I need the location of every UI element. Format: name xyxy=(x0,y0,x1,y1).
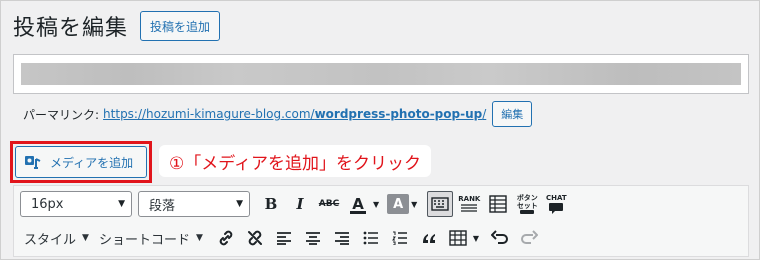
page-header: 投稿を編集 投稿を追加 xyxy=(13,9,221,43)
toolbar-row-2: スタイル ▼ ショートコード ▼ ▼ xyxy=(14,223,542,253)
undo-icon[interactable] xyxy=(487,225,513,251)
chat-icon[interactable]: CHAT xyxy=(543,191,569,217)
background-color-button[interactable]: A xyxy=(387,194,410,214)
permalink-label: パーマリンク: xyxy=(23,107,100,122)
shortcode-menu[interactable]: ショートコード ▼ xyxy=(99,229,203,248)
chevron-down-icon[interactable]: ▼ xyxy=(373,200,379,209)
align-left-icon[interactable] xyxy=(271,225,297,251)
add-media-label: メディアを追加 xyxy=(50,155,134,170)
media-icon xyxy=(25,156,41,169)
keyboard-icon[interactable] xyxy=(427,191,454,217)
text-color-button[interactable]: A xyxy=(345,191,371,217)
button-set-icon[interactable]: ボタン セット xyxy=(514,191,540,217)
redo-icon[interactable] xyxy=(516,225,542,251)
instruction-callout: ①「メディアを追加」をクリック xyxy=(159,145,432,177)
block-format-select[interactable]: 段落 ▼ xyxy=(138,191,250,217)
unlink-icon[interactable] xyxy=(242,225,268,251)
post-title-input[interactable] xyxy=(13,54,749,94)
bulleted-list-icon[interactable] xyxy=(358,225,384,251)
style-menu[interactable]: スタイル ▼ xyxy=(24,229,89,248)
table-list-icon[interactable] xyxy=(485,191,511,217)
align-center-icon[interactable] xyxy=(300,225,326,251)
chevron-down-icon: ▼ xyxy=(82,233,89,243)
italic-button[interactable]: I xyxy=(287,191,313,217)
numbered-list-icon[interactable] xyxy=(387,225,413,251)
chevron-down-icon[interactable]: ▼ xyxy=(411,200,417,209)
align-right-icon[interactable] xyxy=(329,225,355,251)
font-size-select[interactable]: 16px ▼ xyxy=(20,191,132,217)
chevron-down-icon: ▼ xyxy=(236,199,243,209)
rank-icon[interactable]: RANK xyxy=(456,191,482,217)
add-media-button[interactable]: メディアを追加 xyxy=(15,146,147,178)
strikethrough-button[interactable]: ABC xyxy=(316,191,342,217)
bold-button[interactable]: B xyxy=(258,191,284,217)
table-icon[interactable] xyxy=(445,225,471,251)
chevron-down-icon: ▼ xyxy=(195,233,203,243)
chevron-down-icon: ▼ xyxy=(118,199,125,209)
blockquote-icon[interactable] xyxy=(416,225,442,251)
link-icon[interactable] xyxy=(213,225,239,251)
redacted-title-text xyxy=(21,63,741,85)
editor-toolbar: 16px ▼ 段落 ▼ B I ABC A ▼ A ▼ RANK ボタン セット… xyxy=(13,185,749,257)
permalink-row: パーマリンク: https://hozumi-kimagure-blog.com… xyxy=(23,101,533,127)
toolbar-row-1: 16px ▼ 段落 ▼ B I ABC A ▼ A ▼ RANK ボタン セット… xyxy=(14,189,569,219)
add-post-button[interactable]: 投稿を追加 xyxy=(140,11,221,41)
permalink-edit-button[interactable]: 編集 xyxy=(492,101,533,127)
page-title: 投稿を編集 xyxy=(13,16,129,41)
permalink-link[interactable]: https://hozumi-kimagure-blog.com/wordpre… xyxy=(103,107,486,121)
chevron-down-icon[interactable]: ▼ xyxy=(473,234,479,243)
